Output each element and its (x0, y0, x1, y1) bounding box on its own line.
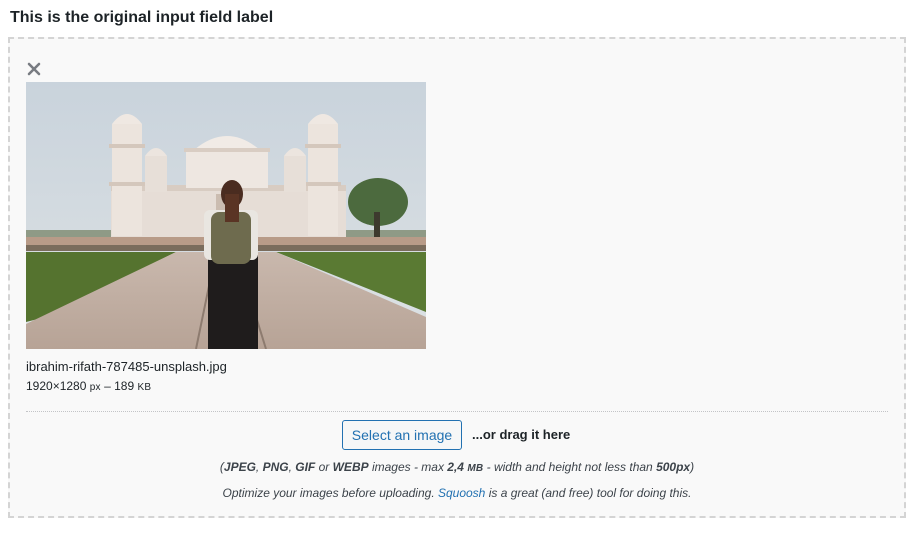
file-meta: 1920×1280 px – 189 KB (26, 379, 151, 393)
max-size-unit: MB (467, 463, 484, 474)
optimize-after: is a great (and free) tool for doing thi… (485, 486, 692, 500)
select-image-button[interactable]: Select an image (342, 420, 462, 450)
optimize-tip: Optimize your images before uploading. S… (10, 486, 904, 500)
format-jpeg: JPEG (223, 460, 256, 474)
file-size-unit: KB (137, 382, 152, 393)
image-dropzone[interactable]: ibrahim-rifath-787485-unsplash.jpg 1920×… (8, 37, 906, 518)
format-requirements: (JPEG, PNG, GIF or WEBP images - max 2,4… (10, 460, 904, 474)
meta-dash: – (104, 379, 111, 393)
min-dimension: 500px (656, 460, 691, 474)
image-preview (26, 82, 426, 349)
file-name: ibrahim-rifath-787485-unsplash.jpg (26, 359, 227, 374)
squoosh-link[interactable]: Squoosh (438, 486, 485, 500)
format-png: PNG (262, 460, 289, 474)
formats-sep-1: , (255, 460, 263, 474)
divider (26, 411, 888, 412)
format-webp: WEBP (332, 460, 369, 474)
close-icon[interactable] (26, 61, 42, 77)
formats-mid: images - max (368, 460, 448, 474)
file-dimensions: 1920×1280 (26, 379, 87, 393)
file-size: 189 (114, 379, 135, 393)
drag-hint: ...or drag it here (472, 427, 571, 442)
formats-close: ) (690, 460, 695, 474)
field-label: This is the original input field label (10, 9, 274, 26)
formats-tail: - width and height not less than (483, 460, 657, 474)
dimension-unit: px (89, 382, 101, 393)
optimize-before: Optimize your images before uploading. (222, 486, 438, 500)
formats-or: or (315, 460, 333, 474)
format-gif: GIF (295, 460, 316, 474)
max-size-value: 2,4 (447, 460, 464, 474)
